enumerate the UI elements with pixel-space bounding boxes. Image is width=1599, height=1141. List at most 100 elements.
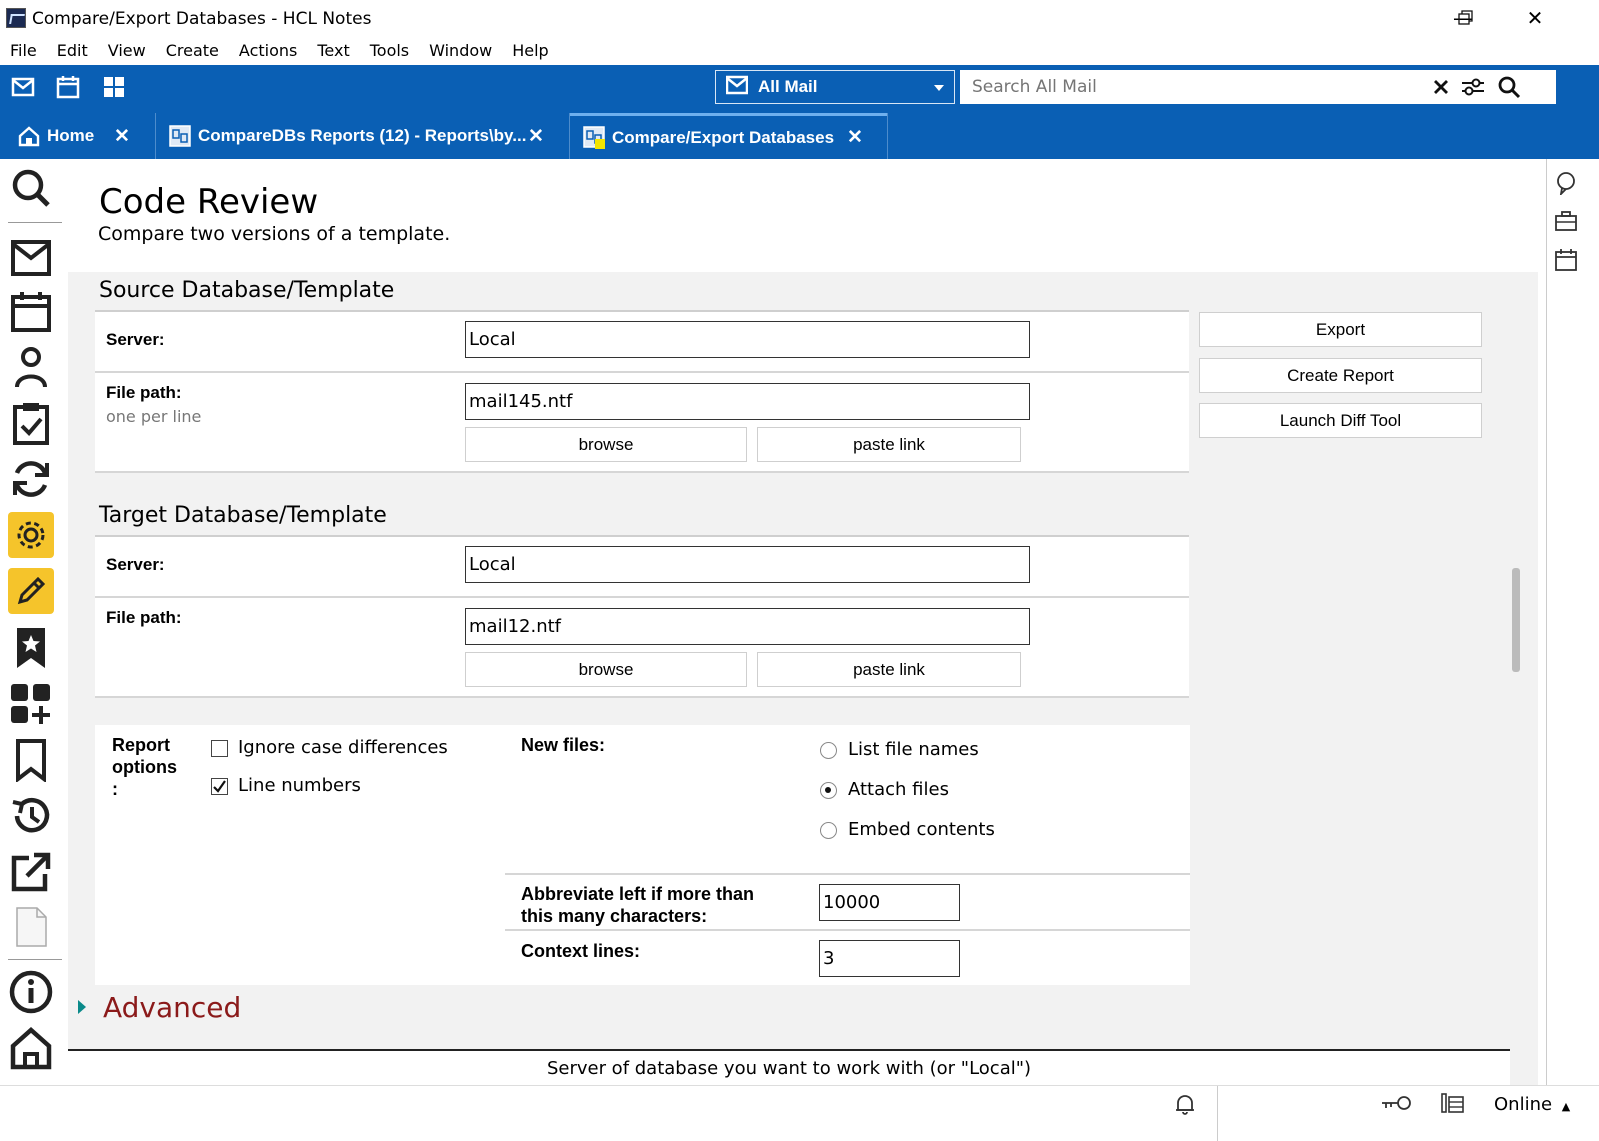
radio-selected-dot bbox=[825, 787, 831, 793]
target-server-field[interactable]: Local bbox=[465, 546, 1030, 583]
scrollbar-thumb[interactable] bbox=[1512, 568, 1520, 672]
target-browse-button[interactable]: browse bbox=[465, 652, 747, 687]
advanced-section-toggle[interactable]: Advanced bbox=[103, 991, 241, 1024]
tab-comparedbs-reports[interactable]: CompareDBs Reports (12) - Reports\by... … bbox=[156, 113, 570, 159]
menu-window[interactable]: Window bbox=[429, 41, 492, 60]
radio-embed-contents[interactable] bbox=[820, 822, 837, 839]
row-divider bbox=[95, 596, 1189, 598]
restore-button[interactable] bbox=[1443, 2, 1489, 34]
calendar-icon[interactable] bbox=[8, 289, 54, 335]
settings-gear-icon[interactable] bbox=[8, 512, 54, 558]
chat-bubble-icon[interactable] bbox=[1555, 171, 1577, 200]
left-sidebar bbox=[0, 159, 68, 1104]
search-icon[interactable] bbox=[8, 165, 54, 211]
radio-list-file-names[interactable] bbox=[820, 742, 837, 759]
menu-tools[interactable]: Tools bbox=[370, 41, 409, 60]
close-tab-icon[interactable]: ✕ bbox=[528, 125, 544, 148]
calendar-icon[interactable] bbox=[1555, 249, 1577, 276]
toolbar: All Mail bbox=[0, 65, 1599, 111]
home-icon[interactable] bbox=[8, 1025, 54, 1071]
radio-list-file-names-label: List file names bbox=[848, 739, 979, 760]
ignore-case-label: Ignore case differences bbox=[238, 737, 448, 758]
tab-bar: Home ✕ CompareDBs Reports (12) - Reports… bbox=[0, 111, 1599, 159]
source-filepath-field[interactable]: mail145.ntf bbox=[465, 383, 1030, 420]
database-icon bbox=[169, 125, 191, 152]
search-filter-icon[interactable] bbox=[1460, 75, 1486, 99]
restore-icon bbox=[1458, 10, 1473, 25]
row-divider bbox=[505, 873, 1190, 875]
blank-page-icon[interactable] bbox=[8, 904, 54, 950]
mail-icon[interactable] bbox=[11, 75, 37, 101]
menu-edit[interactable]: Edit bbox=[57, 41, 88, 60]
todo-icon[interactable] bbox=[8, 400, 54, 446]
key-icon[interactable] bbox=[1380, 1094, 1412, 1117]
radio-attach-files[interactable] bbox=[820, 782, 837, 799]
close-tab-icon[interactable]: ✕ bbox=[114, 125, 130, 148]
info-icon[interactable] bbox=[8, 969, 54, 1015]
export-button[interactable]: Export bbox=[1199, 312, 1482, 347]
abbreviate-input[interactable]: 10000 bbox=[819, 884, 960, 921]
add-application-icon[interactable] bbox=[8, 681, 54, 727]
close-tab-icon[interactable]: ✕ bbox=[847, 126, 863, 149]
bookmark-icon[interactable] bbox=[8, 737, 54, 783]
new-files-label: New files: bbox=[521, 735, 606, 755]
apps-grid-icon[interactable] bbox=[102, 75, 128, 101]
replication-icon[interactable] bbox=[8, 456, 54, 502]
source-paste-link-button[interactable]: paste link bbox=[757, 427, 1021, 462]
designer-pencil-icon[interactable] bbox=[8, 568, 54, 614]
database-stack-icon[interactable] bbox=[1440, 1091, 1466, 1120]
menu-view[interactable]: View bbox=[108, 41, 146, 60]
radio-embed-contents-label: Embed contents bbox=[848, 819, 995, 840]
status-divider bbox=[1217, 1086, 1218, 1141]
source-server-field[interactable]: Local bbox=[465, 321, 1030, 358]
history-icon[interactable] bbox=[8, 793, 54, 839]
tab-label: Compare/Export Databases bbox=[612, 127, 835, 147]
ignore-case-checkbox[interactable] bbox=[211, 740, 228, 757]
source-browse-button[interactable]: browse bbox=[465, 427, 747, 462]
launch-diff-tool-button[interactable]: Launch Diff Tool bbox=[1199, 403, 1482, 438]
menu-file[interactable]: File bbox=[10, 41, 37, 60]
menu-help[interactable]: Help bbox=[512, 41, 548, 60]
abbreviate-label-line2: this many characters: bbox=[521, 906, 708, 926]
line-numbers-checkbox[interactable] bbox=[211, 778, 228, 795]
contacts-icon[interactable] bbox=[8, 344, 54, 390]
row-divider bbox=[505, 929, 1190, 931]
open-external-icon[interactable] bbox=[8, 849, 54, 895]
report-options-label-line1: Report bbox=[112, 735, 170, 755]
report-options-label-line3: : bbox=[112, 779, 118, 799]
context-lines-input[interactable]: 3 bbox=[819, 940, 960, 977]
favorites-star-icon[interactable] bbox=[8, 625, 54, 671]
right-sidebar bbox=[1546, 159, 1599, 1104]
notification-bell-icon[interactable] bbox=[1173, 1092, 1197, 1121]
hcl-notes-logo-icon bbox=[6, 8, 26, 28]
tab-label: Home bbox=[47, 126, 95, 145]
target-filepath-field[interactable]: mail12.ntf bbox=[465, 608, 1030, 645]
menu-text[interactable]: Text bbox=[317, 41, 349, 60]
mail-scope-dropdown[interactable]: All Mail bbox=[715, 70, 955, 104]
close-window-button[interactable]: ✕ bbox=[1512, 2, 1558, 34]
tab-home[interactable]: Home ✕ bbox=[0, 113, 155, 159]
database-icon bbox=[583, 126, 607, 155]
source-filepath-label: File path: bbox=[106, 383, 182, 402]
tab-label: CompareDBs Reports (12) - Reports\by... bbox=[198, 126, 527, 145]
calendar-icon[interactable] bbox=[56, 75, 82, 101]
briefcase-icon[interactable] bbox=[1555, 211, 1577, 236]
source-server-label: Server: bbox=[106, 330, 165, 349]
mail-scope-label: All Mail bbox=[758, 77, 818, 96]
report-options-label-line2: options bbox=[112, 757, 177, 777]
report-options-panel bbox=[95, 725, 1190, 985]
page-subtitle: Compare two versions of a template. bbox=[98, 223, 451, 245]
home-icon bbox=[18, 125, 40, 152]
menu-create[interactable]: Create bbox=[166, 41, 219, 60]
online-status-menu[interactable]: Online ▲ bbox=[1494, 1094, 1570, 1115]
create-report-button[interactable]: Create Report bbox=[1199, 358, 1482, 393]
source-filepath-hint: one per line bbox=[106, 407, 202, 426]
search-icon[interactable] bbox=[1497, 75, 1521, 99]
clear-search-icon[interactable] bbox=[1430, 76, 1452, 98]
search-input[interactable] bbox=[960, 70, 1430, 104]
tab-compare-export-databases[interactable]: Compare/Export Databases ✕ bbox=[570, 113, 888, 159]
menu-actions[interactable]: Actions bbox=[239, 41, 297, 60]
mail-icon[interactable] bbox=[8, 235, 54, 281]
target-paste-link-button[interactable]: paste link bbox=[757, 652, 1021, 687]
advanced-expand-icon[interactable] bbox=[77, 999, 87, 1020]
